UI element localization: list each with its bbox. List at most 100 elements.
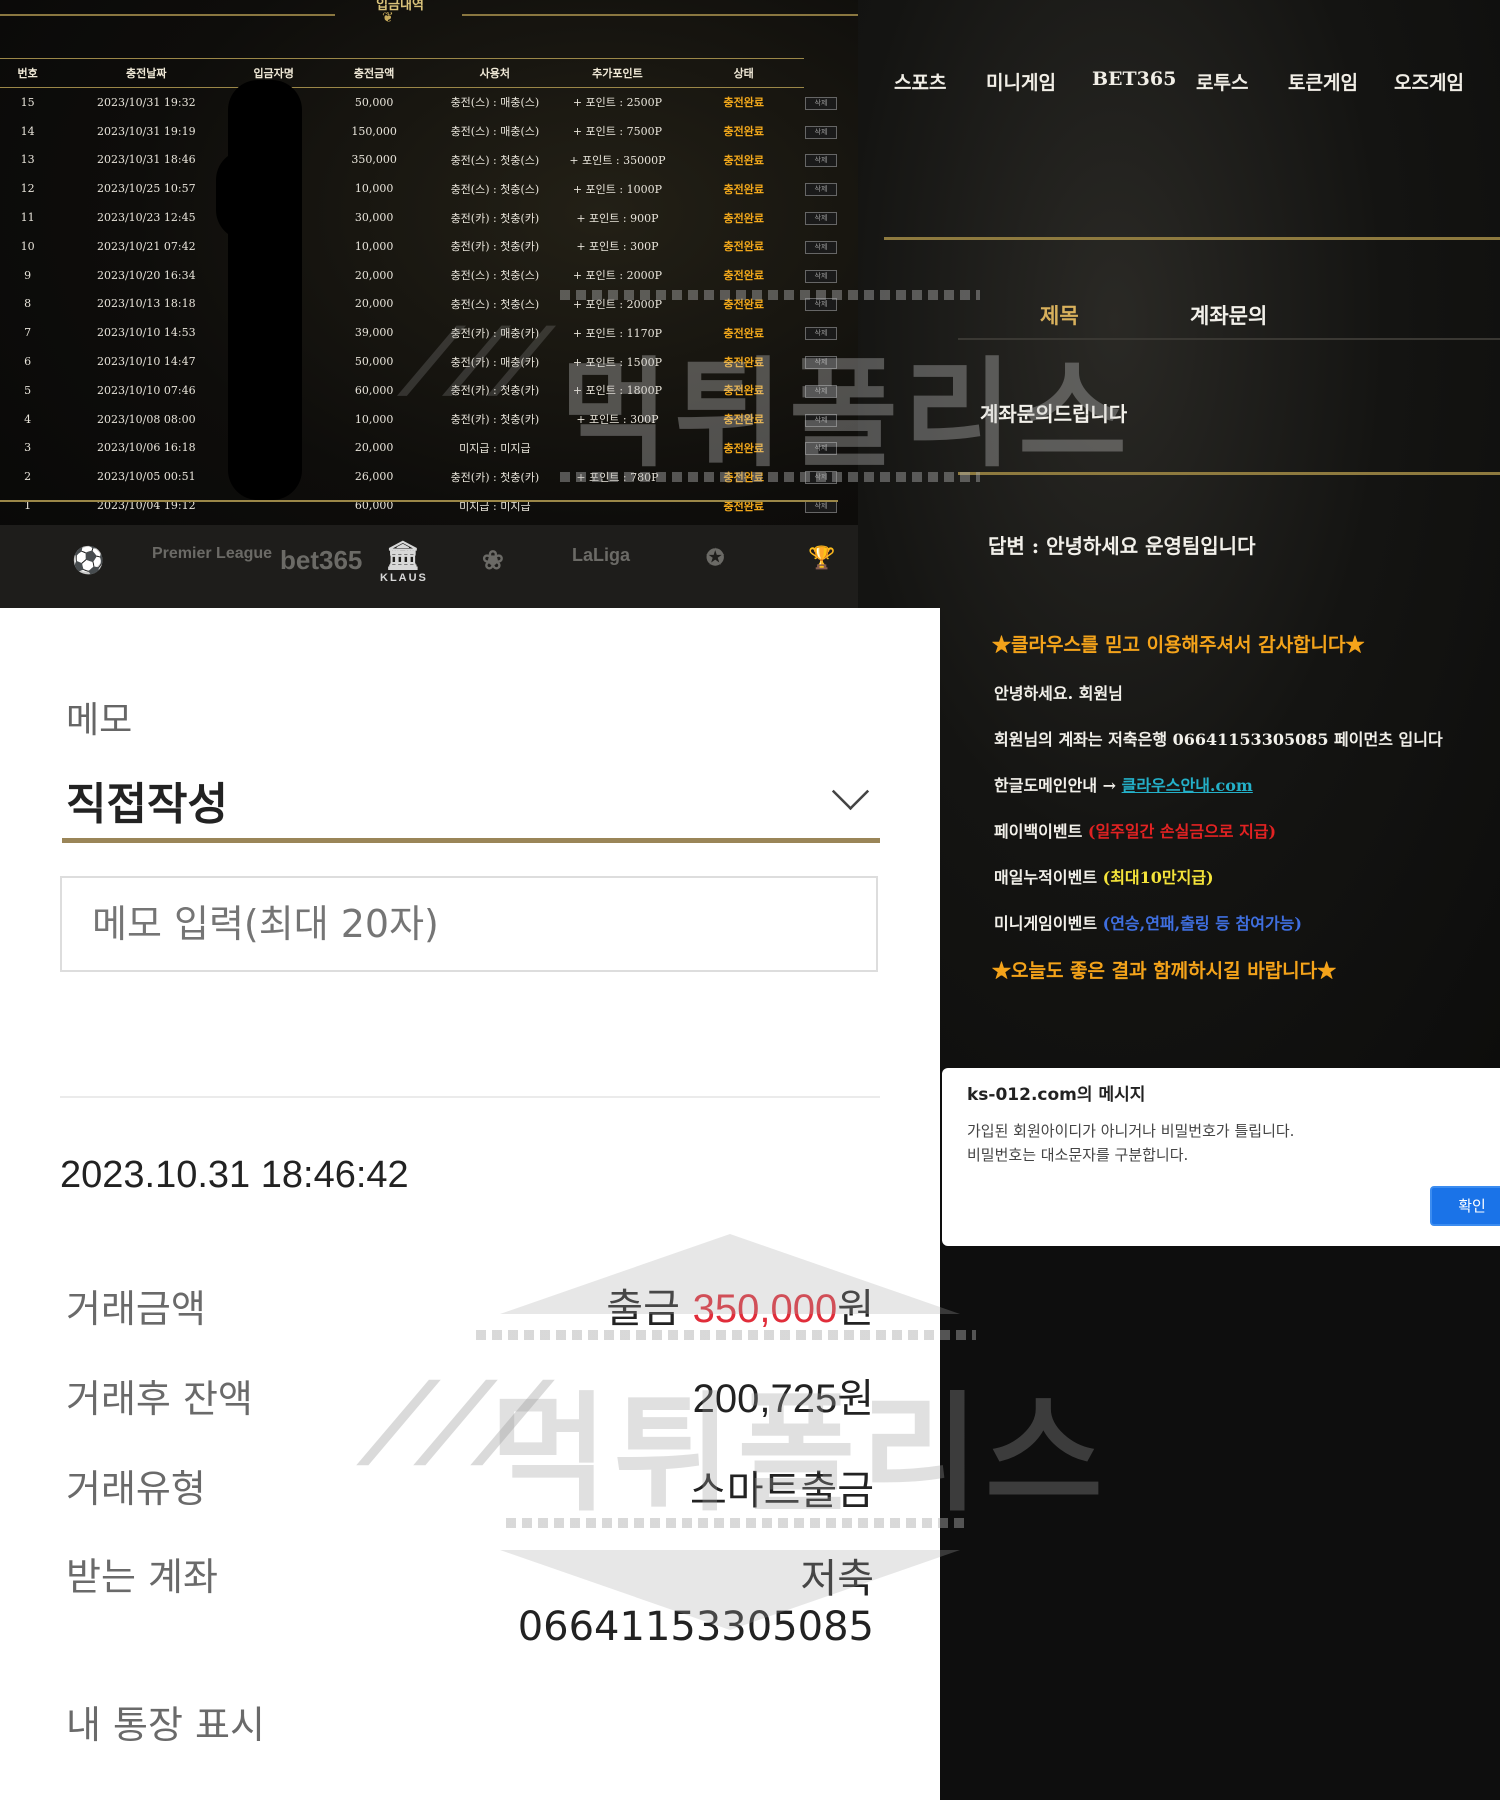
dialog-title: ks-012.com의 메시지 bbox=[967, 1085, 1146, 1105]
question-text: 계좌문의드립니다 bbox=[980, 402, 1128, 426]
delete-button[interactable]: 삭제 bbox=[805, 413, 837, 427]
row-date: 2023/10/23 12:45 bbox=[96, 211, 196, 225]
nav-oz-game[interactable]: 오즈게임 bbox=[1394, 68, 1464, 95]
nav-bet365[interactable]: BET365 bbox=[1092, 68, 1176, 90]
lotus-logo-icon: ❀ bbox=[482, 545, 504, 575]
nav-sports[interactable]: 스포츠 bbox=[894, 68, 946, 95]
divider bbox=[884, 237, 1500, 240]
title-ornament-line-left bbox=[0, 14, 335, 16]
memo-label: 메모 bbox=[66, 700, 133, 741]
nav-lotus[interactable]: 로투스 bbox=[1196, 68, 1248, 95]
row-point: + 포인트 : 1500P bbox=[572, 355, 663, 369]
balance-number: 200,725 bbox=[692, 1377, 838, 1421]
closing-line: ★오늘도 좋은 결과 함께하시길 바랍니다★ bbox=[992, 960, 1337, 982]
payback-detail: (일주일간 손실금으로 지급) bbox=[1087, 822, 1277, 841]
row-amount: 60,000 bbox=[354, 499, 394, 513]
amount-prefix: 출금 bbox=[606, 1286, 693, 1332]
row-amount: 150,000 bbox=[351, 124, 397, 138]
row-date: 2023/10/08 08:00 bbox=[96, 412, 196, 426]
row-delete-cell: 삭제 bbox=[804, 203, 838, 232]
subject-value: 계좌문의 bbox=[1190, 303, 1268, 328]
row-point: + 포인트 : 7500P bbox=[572, 125, 663, 139]
row-date: 2023/10/20 16:34 bbox=[96, 268, 196, 282]
dialog-message-line1: 가입된 회원아이디가 아니거나 비밀번호가 틀립니다. bbox=[967, 1122, 1295, 1140]
delete-button[interactable]: 삭제 bbox=[805, 356, 837, 370]
row-delete-cell: 삭제 bbox=[804, 261, 838, 290]
row-delete-cell: 삭제 bbox=[804, 376, 838, 405]
row-date: 2023/10/31 18:46 bbox=[96, 153, 196, 167]
row-date: 2023/10/25 10:57 bbox=[96, 182, 196, 196]
row-date: 2023/10/04 19:12 bbox=[96, 499, 196, 513]
delete-button[interactable]: 삭제 bbox=[805, 327, 837, 341]
row-point: + 포인트 : 1000P bbox=[572, 182, 663, 196]
row-amount: 10,000 bbox=[354, 239, 394, 253]
domain-link[interactable]: 클라우스안내.com bbox=[1122, 776, 1253, 795]
nav-minigame[interactable]: 미니게임 bbox=[986, 68, 1056, 95]
alert-dialog: ks-012.com의 메시지 가입된 회원아이디가 아니거나 비밀번호가 틀립… bbox=[942, 1068, 1500, 1246]
delete-button[interactable]: 삭제 bbox=[805, 269, 837, 283]
daily-prefix: 매일누적이벤트 bbox=[994, 868, 1103, 887]
table-row: 3 2023/10/06 16:18 20,000 미지급 : 미지급 충전완료 삭제 bbox=[0, 434, 838, 463]
row-status: 충전완료 bbox=[723, 470, 764, 484]
domain-prefix: 한글도메인안내 → bbox=[994, 776, 1122, 795]
partner-logo-bar: ⚽ Premier League bet365 🏛 KLAUS ❀ LaLiga… bbox=[0, 525, 858, 608]
subject-label: 제목 bbox=[1040, 303, 1079, 328]
ok-button[interactable]: 확인 bbox=[1430, 1186, 1500, 1226]
row-status: 충전완료 bbox=[723, 441, 764, 455]
delete-button[interactable]: 삭제 bbox=[805, 240, 837, 254]
account-number: 06641153305085 bbox=[517, 1604, 874, 1650]
row-number: 13 bbox=[20, 153, 35, 167]
column-header: 충전금액 bbox=[310, 58, 439, 88]
answer-header: 답변 : 안녕하세요 운영팀입니다 bbox=[988, 534, 1256, 558]
delete-button[interactable]: 삭제 bbox=[805, 125, 837, 139]
minigame-line: 미니게임이벤트 (연승,연패,출링 등 참여가능) bbox=[994, 910, 1302, 934]
delete-button[interactable]: 삭제 bbox=[805, 471, 837, 485]
delete-button[interactable]: 삭제 bbox=[805, 384, 837, 398]
type-label: 거래유형 bbox=[66, 1467, 206, 1511]
memo-type-select[interactable]: 직접작성 bbox=[62, 758, 880, 843]
delete-button[interactable]: 삭제 bbox=[805, 442, 837, 456]
row-date: 2023/10/10 14:53 bbox=[96, 326, 196, 340]
delete-button[interactable]: 삭제 bbox=[805, 212, 837, 226]
row-amount: 20,000 bbox=[354, 441, 394, 455]
delete-button[interactable]: 삭제 bbox=[805, 183, 837, 197]
delete-button[interactable]: 삭제 bbox=[805, 154, 837, 168]
nav-token-game[interactable]: 토큰게임 bbox=[1288, 68, 1358, 95]
row-usage: 충전(카) : 첫충(카) bbox=[450, 211, 540, 225]
table-row: 6 2023/10/10 14:47 50,000 충전(카) : 매충(카) + 포인… bbox=[0, 347, 838, 376]
row-amount: 50,000 bbox=[354, 355, 394, 369]
row-point: + 포인트 : 2500P bbox=[572, 96, 663, 110]
memo-input[interactable] bbox=[60, 876, 878, 972]
row-delete-cell: 삭제 bbox=[804, 318, 838, 347]
row-date: 2023/10/05 00:51 bbox=[96, 470, 196, 484]
row-number: 7 bbox=[24, 326, 32, 340]
domain-line: 한글도메인안내 → 클라우스안내.com bbox=[994, 772, 1253, 796]
row-status: 충전완료 bbox=[723, 240, 764, 254]
laliga-logo: LaLiga bbox=[572, 545, 631, 565]
title-ornament-line-right bbox=[462, 14, 858, 16]
premier-league-logo: Premier League bbox=[152, 545, 273, 562]
row-number: 8 bbox=[24, 297, 32, 311]
column-header: 번호 bbox=[0, 58, 56, 88]
row-point: + 포인트 : 300P bbox=[576, 240, 659, 254]
dialog-message-line2: 비밀번호는 대소문자를 구분합니다. bbox=[967, 1146, 1189, 1164]
row-status: 충전완료 bbox=[723, 384, 764, 398]
table-row: 5 2023/10/10 07:46 60,000 충전(카) : 첫충(카) + 포인… bbox=[0, 376, 838, 405]
table-body: 15 2023/10/31 19:32 50,000 충전(스) : 매충(스) + 포… bbox=[0, 88, 838, 520]
table-row: 10 2023/10/21 07:42 10,000 충전(카) : 첫충(카) + 포… bbox=[0, 232, 838, 261]
row-number: 3 bbox=[24, 441, 32, 455]
row-number: 14 bbox=[20, 124, 35, 138]
row-point: + 포인트 : 1800P bbox=[572, 384, 663, 398]
row-usage: 충전(스) : 첫충(스) bbox=[450, 297, 540, 311]
payback-prefix: 페이백이벤트 bbox=[994, 822, 1088, 841]
delete-button[interactable]: 삭제 bbox=[805, 298, 837, 312]
row-delete-cell: 삭제 bbox=[804, 434, 838, 463]
row-amount: 350,000 bbox=[351, 153, 397, 167]
row-number: 15 bbox=[20, 95, 35, 109]
delete-button[interactable]: 삭제 bbox=[805, 96, 837, 110]
row-amount: 10,000 bbox=[354, 182, 394, 196]
row-date: 2023/10/31 19:32 bbox=[96, 95, 196, 109]
table-row: 4 2023/10/08 08:00 10,000 충전(카) : 첫충(카) + 포인… bbox=[0, 405, 838, 434]
row-number: 9 bbox=[24, 268, 32, 282]
row-number: 10 bbox=[20, 239, 35, 253]
